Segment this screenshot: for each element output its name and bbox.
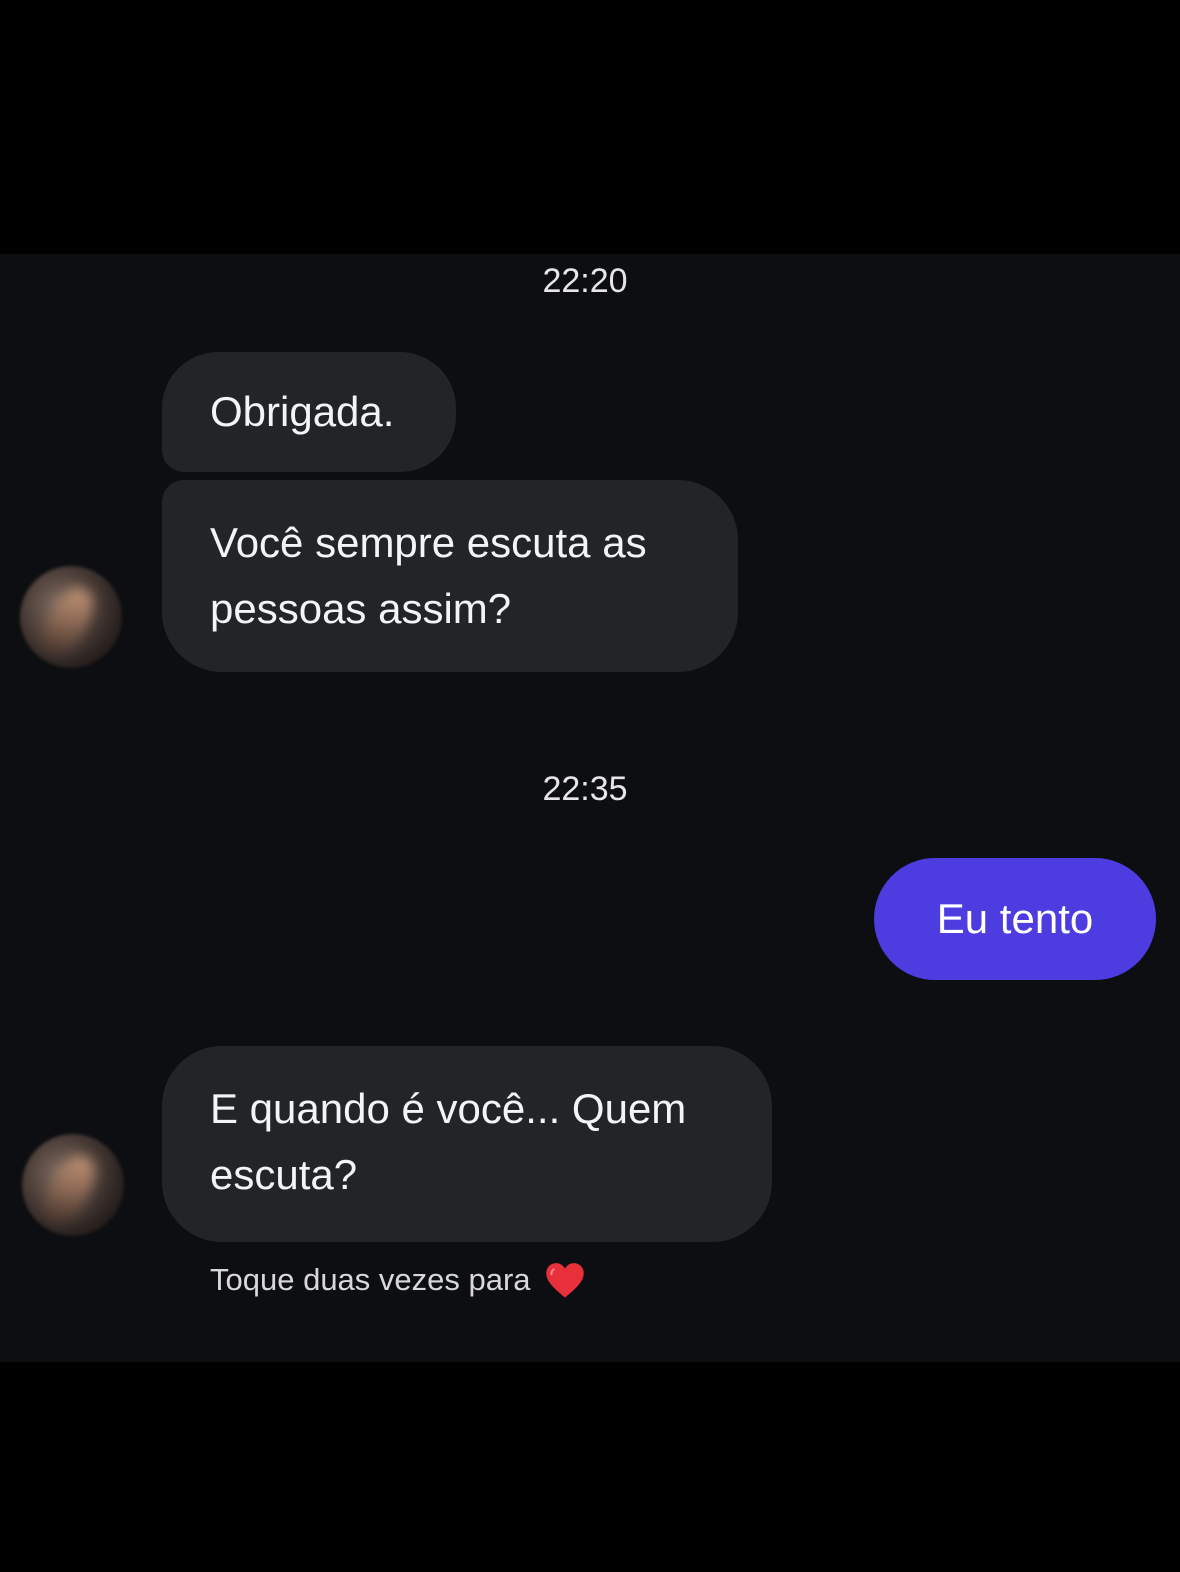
timestamp-divider: 22:35 (542, 770, 628, 808)
message-bubble-incoming[interactable]: Você sempre escuta as pessoas assim? (162, 480, 738, 672)
double-tap-hint[interactable]: Toque duas vezes para (210, 1260, 585, 1300)
message-text: E quando é você... Quem escuta? (210, 1085, 687, 1198)
message-text: Obrigada. (210, 388, 395, 435)
contact-avatar[interactable] (22, 1134, 124, 1236)
message-text: Eu tento (936, 895, 1094, 942)
message-bubble-outgoing[interactable]: Eu tento (874, 858, 1156, 980)
heart-icon (545, 1263, 584, 1298)
contact-avatar[interactable] (20, 566, 122, 668)
message-bubble-incoming[interactable]: E quando é você... Quem escuta? (162, 1046, 772, 1242)
message-bubble-incoming[interactable]: Obrigada. (162, 352, 456, 472)
message-text: Você sempre escuta as pessoas assim? (210, 519, 647, 632)
timestamp-divider: 22:20 (542, 262, 628, 300)
hint-text: Toque duas vezes para (210, 1262, 531, 1297)
